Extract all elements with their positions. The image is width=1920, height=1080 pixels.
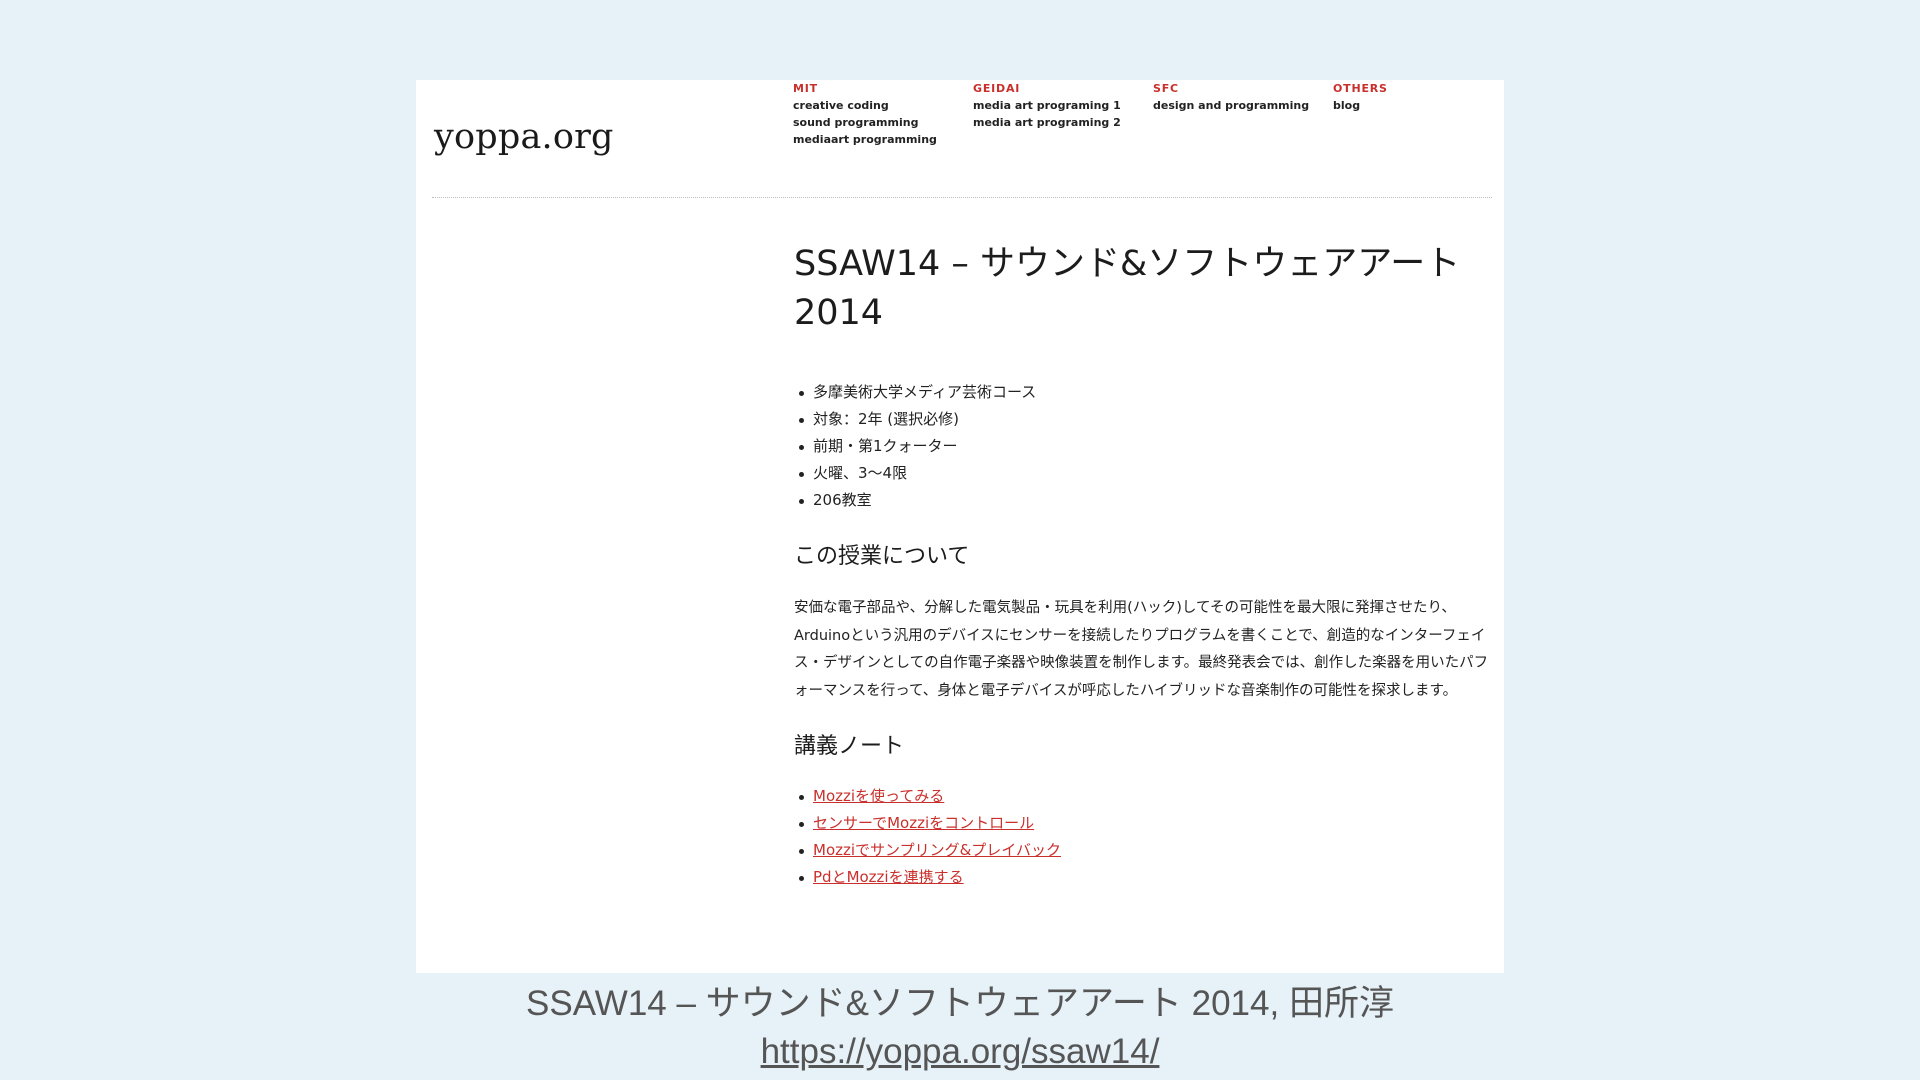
list-item: 前期・第1クォーター bbox=[794, 433, 1494, 460]
course-info-list: 多摩美術大学メディア芸術コース 対象：2年 (選択必修) 前期・第1クォーター … bbox=[794, 379, 1494, 514]
nav-heading-sfc: SFC bbox=[1153, 82, 1179, 95]
note-link-mozzi-intro[interactable]: Mozziを使ってみる bbox=[813, 787, 944, 805]
list-item: センサーでMozziをコントロール bbox=[794, 810, 1494, 837]
list-item: 対象：2年 (選択必修) bbox=[794, 406, 1494, 433]
note-link-pd-mozzi[interactable]: PdとMozziを連携する bbox=[813, 868, 964, 886]
nav-column-sfc: SFC design and programming bbox=[1153, 80, 1309, 114]
nav-item-design-programming[interactable]: design and programming bbox=[1153, 97, 1309, 114]
nav-heading-others: OTHERS bbox=[1333, 82, 1388, 95]
about-heading: この授業について bbox=[794, 544, 970, 569]
caption-text: SSAW14 – サウンド&ソフトウェアアート 2014, 田所淳 bbox=[526, 984, 1394, 1023]
note-link-sampling-playback[interactable]: Mozziでサンプリング&プレイバック bbox=[813, 841, 1061, 859]
caption-url-link[interactable]: https://yoppa.org/ssaw14/ bbox=[761, 1032, 1160, 1071]
nav-heading-mit: MIT bbox=[793, 82, 818, 95]
slide-caption: SSAW14 – サウンド&ソフトウェアアート 2014, 田所淳 https:… bbox=[0, 980, 1920, 1076]
note-link-sensor-control[interactable]: センサーでMozziをコントロール bbox=[813, 814, 1034, 832]
about-paragraph: 安価な電子部品や、分解した電気製品・玩具を利用(ハック)してその可能性を最大限に… bbox=[794, 600, 1489, 699]
page-title: SSAW14 – サウンド&ソフトウェアアート 2014 bbox=[794, 244, 1461, 333]
list-item: 多摩美術大学メディア芸術コース bbox=[794, 379, 1494, 406]
nav-item-sound-programming[interactable]: sound programming bbox=[793, 114, 937, 131]
notes-heading: 講義ノート bbox=[794, 734, 905, 759]
site-logo[interactable]: yoppa.org bbox=[434, 117, 614, 157]
webpage-screenshot: yoppa.org MIT creative coding sound prog… bbox=[416, 80, 1504, 973]
nav-item-media-art-1[interactable]: media art programing 1 bbox=[973, 97, 1121, 114]
lecture-notes-list: Mozziを使ってみる センサーでMozziをコントロール Mozziでサンプリ… bbox=[794, 783, 1494, 891]
nav-item-mediaart-programming[interactable]: mediaart programming bbox=[793, 131, 937, 148]
list-item: Mozziを使ってみる bbox=[794, 783, 1494, 810]
nav-column-mit: MIT creative coding sound programming me… bbox=[793, 80, 937, 148]
nav-item-creative-coding[interactable]: creative coding bbox=[793, 97, 937, 114]
nav-item-media-art-2[interactable]: media art programing 2 bbox=[973, 114, 1121, 131]
list-item: Mozziでサンプリング&プレイバック bbox=[794, 837, 1494, 864]
header-divider bbox=[432, 197, 1492, 198]
nav-column-geidai: GEIDAI media art programing 1 media art … bbox=[973, 80, 1121, 131]
article-content: SSAW14 – サウンド&ソフトウェアアート 2014 多摩美術大学メディア芸… bbox=[794, 240, 1494, 891]
list-item: 火曜、3〜4限 bbox=[794, 460, 1494, 487]
list-item: 206教室 bbox=[794, 487, 1494, 514]
list-item: PdとMozziを連携する bbox=[794, 864, 1494, 891]
nav-heading-geidai: GEIDAI bbox=[973, 82, 1021, 95]
nav-item-blog[interactable]: blog bbox=[1333, 97, 1388, 114]
nav-column-others: OTHERS blog bbox=[1333, 80, 1388, 114]
